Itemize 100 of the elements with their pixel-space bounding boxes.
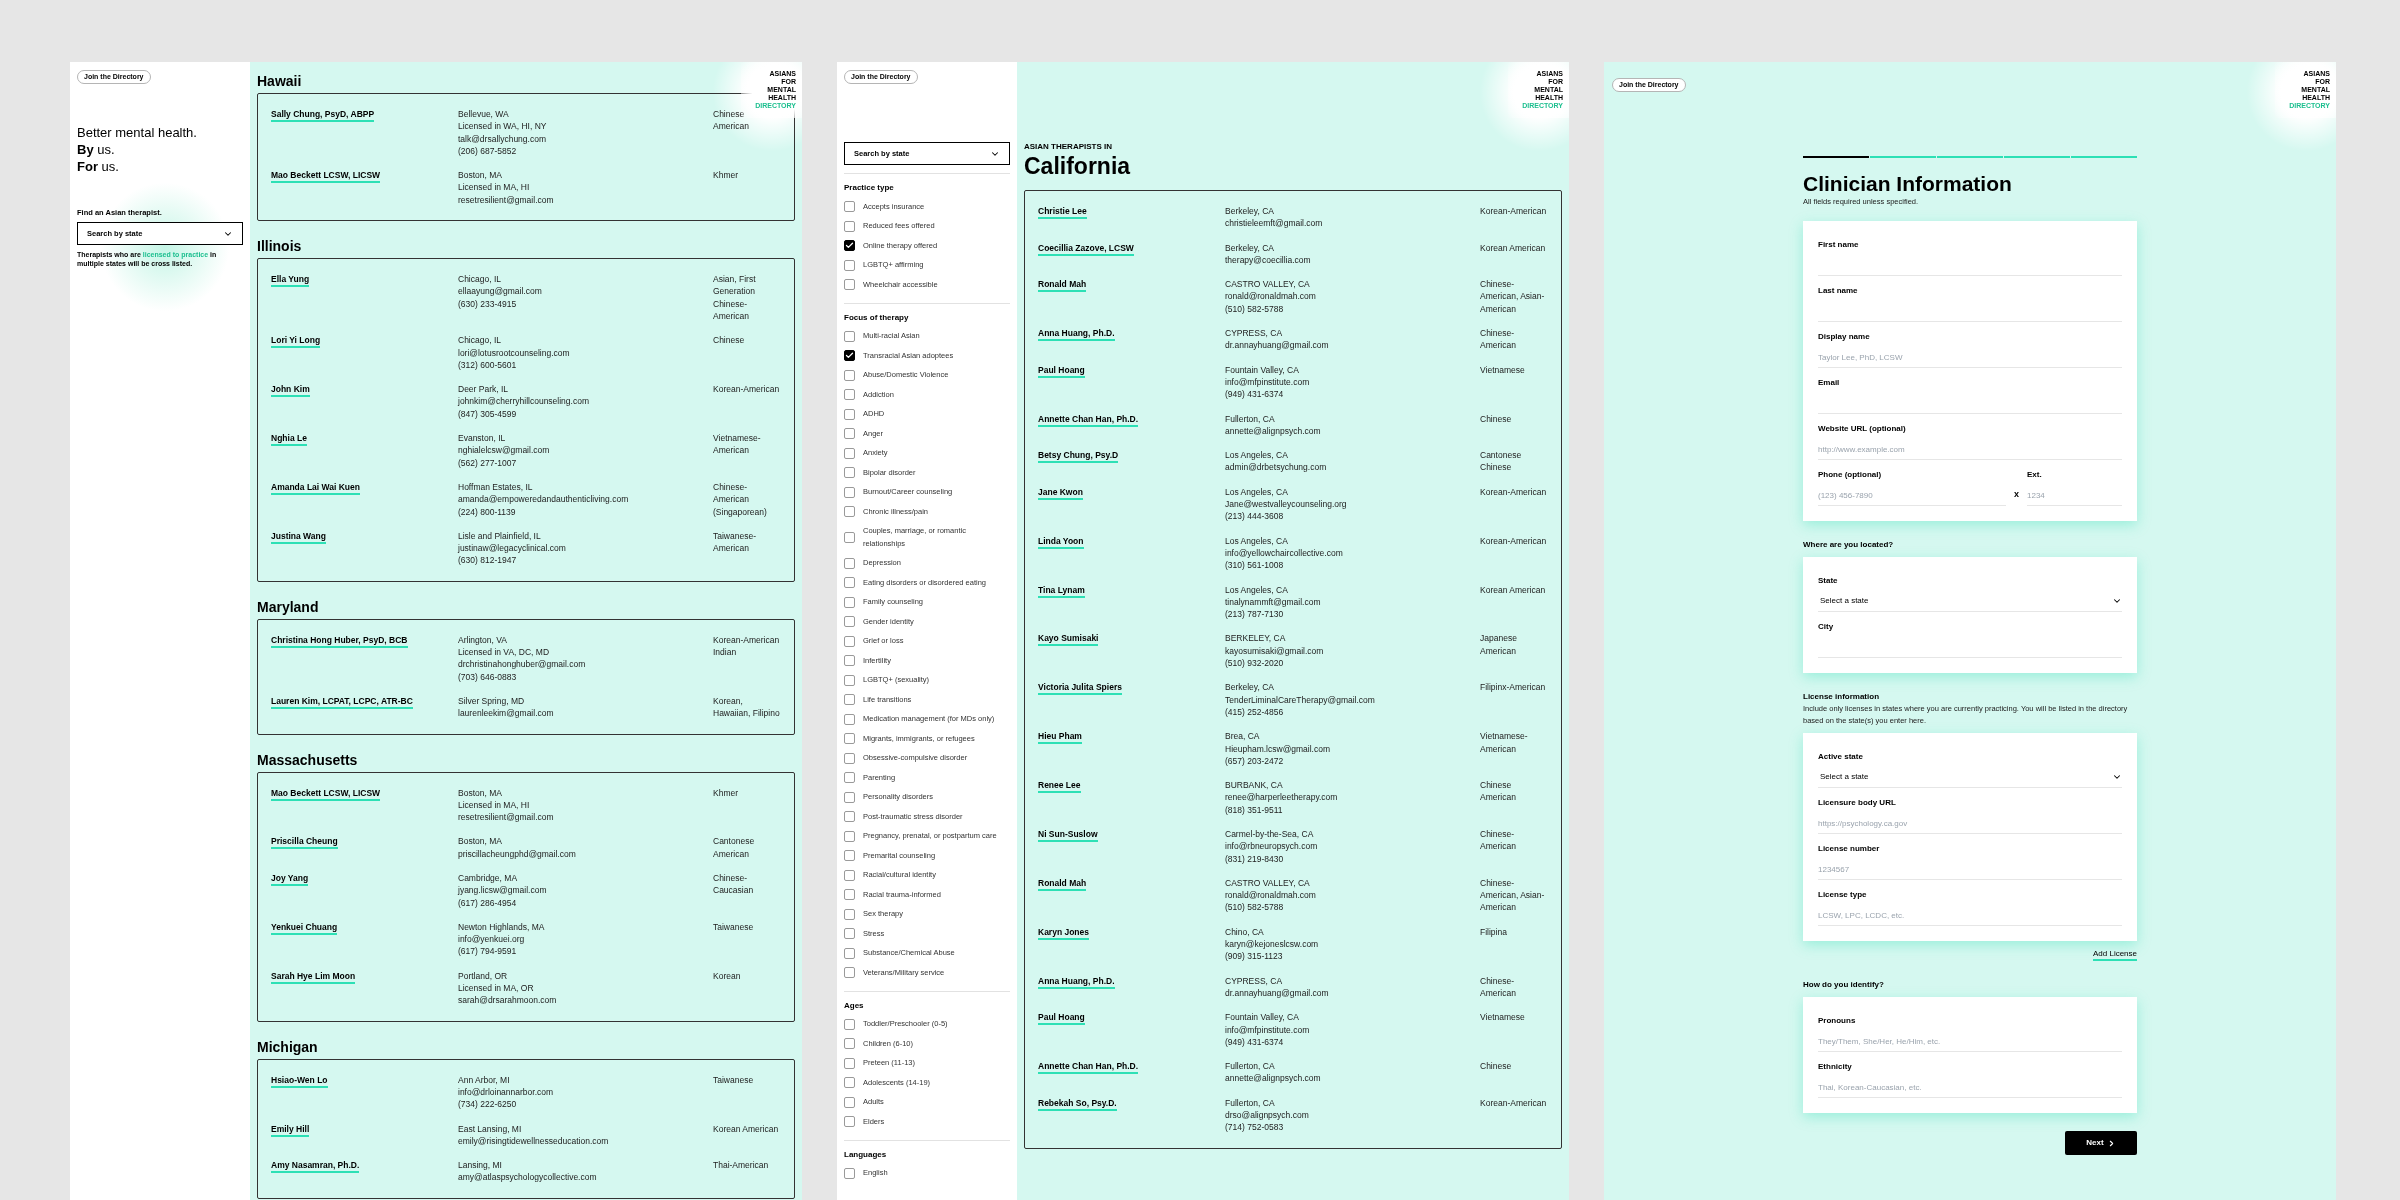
checkbox[interactable] — [844, 279, 855, 291]
state-select[interactable]: Select a state — [1818, 591, 2122, 611]
checkbox[interactable] — [844, 850, 855, 862]
checkbox[interactable] — [844, 557, 855, 569]
checkbox[interactable] — [844, 713, 855, 725]
therapist-name-link[interactable]: Lori Yi Long — [271, 335, 321, 349]
checkbox[interactable] — [844, 635, 855, 647]
therapist-name-link[interactable]: Anna Huang, Ph.D. — [1038, 975, 1115, 989]
checkbox[interactable] — [844, 811, 855, 823]
therapist-name-link[interactable]: Amanda Lai Wai Kuen — [271, 481, 360, 495]
therapist-name-link[interactable]: Linda Yoon — [1038, 535, 1084, 549]
therapist-name-link[interactable]: Karyn Jones — [1038, 926, 1090, 940]
checkbox[interactable] — [844, 908, 855, 920]
therapist-name-link[interactable]: Jane Kwon — [1038, 486, 1083, 500]
checkbox[interactable] — [844, 1038, 855, 1050]
therapist-name-link[interactable]: Coecillia Zazove, LCSW — [1038, 242, 1134, 256]
checkbox[interactable] — [844, 447, 855, 459]
checkbox[interactable] — [844, 240, 855, 252]
checkbox[interactable] — [844, 1018, 855, 1030]
checkbox[interactable] — [844, 616, 855, 628]
checkbox[interactable] — [844, 674, 855, 686]
checkbox[interactable] — [844, 577, 855, 589]
therapist-name-link[interactable]: Kayo Sumisaki — [1038, 633, 1099, 647]
therapist-name-link[interactable]: Christie Lee — [1038, 206, 1087, 219]
text-input[interactable]: http://www.example.com — [1818, 439, 2122, 459]
contact-detail: Los Angeles, CA — [1225, 449, 1288, 462]
therapist-name-link[interactable]: Victoria Julita Spiers — [1038, 682, 1122, 696]
text-input[interactable]: They/Them, She/Her, He/Him, etc. — [1818, 1031, 2122, 1051]
therapist-name-link[interactable]: Annette Chan Han, Ph.D. — [1038, 413, 1139, 427]
extension-input[interactable]: 1234 — [2027, 485, 2122, 505]
therapist-name-link[interactable]: Sally Chung, PsyD, ABPP — [271, 109, 375, 122]
checkbox[interactable] — [844, 772, 855, 784]
checkbox[interactable] — [844, 350, 855, 362]
checkbox[interactable] — [844, 1167, 855, 1179]
checkbox[interactable] — [844, 220, 855, 232]
checkbox[interactable] — [844, 1096, 855, 1108]
therapist-name-link[interactable]: Ronald Mah — [1038, 279, 1087, 293]
checkbox[interactable] — [844, 506, 855, 518]
therapist-name-link[interactable]: Tina Lynam — [1038, 584, 1085, 598]
checkbox[interactable] — [844, 928, 855, 940]
checkbox[interactable] — [844, 655, 855, 667]
checkbox[interactable] — [844, 532, 855, 543]
therapist-name-link[interactable]: Sarah Hye Lim Moon — [271, 970, 356, 984]
therapist-name-link[interactable]: Nghia Le — [271, 433, 307, 447]
therapist-name-link[interactable]: Priscilla Cheung — [271, 836, 338, 850]
therapist-name-link[interactable]: Ronald Mah — [1038, 877, 1087, 891]
therapist-name-link[interactable]: Mao Beckett LCSW, LICSW — [271, 170, 381, 184]
checkbox[interactable] — [844, 369, 855, 381]
therapist-name-link[interactable]: Christina Hong Huber, PsyD, BCB — [271, 634, 408, 648]
checkbox[interactable] — [844, 1116, 855, 1128]
checkbox[interactable] — [844, 1057, 855, 1069]
therapist-name-link[interactable]: Renee Lee — [1038, 780, 1081, 794]
checkbox[interactable] — [844, 830, 855, 842]
therapist-name-link[interactable]: Hieu Pham — [1038, 731, 1082, 745]
contact-detail: Boston, MA — [458, 835, 502, 848]
checkbox[interactable] — [844, 752, 855, 764]
therapist-name-link[interactable]: Betsy Chung, Psy.D — [1038, 450, 1119, 464]
text-input[interactable]: LCSW, LPC, LCDC, etc. — [1818, 905, 2122, 925]
therapist-name-link[interactable]: Rebekah So, Psy.D. — [1038, 1097, 1117, 1111]
therapist-name-link[interactable]: Amy Nasamran, Ph.D. — [271, 1160, 360, 1174]
text-input[interactable]: Thai, Korean-Caucasian, etc. — [1818, 1077, 2122, 1097]
checkbox[interactable] — [844, 947, 855, 959]
therapist-name-link[interactable]: Anna Huang, Ph.D. — [1038, 328, 1115, 342]
therapist-name-link[interactable]: Ella Yung — [271, 274, 310, 288]
therapist-name-link[interactable]: Hsiao-Wen Lo — [271, 1074, 328, 1088]
therapist-name-link[interactable]: Lauren Kim, LCPAT, LCPC, ATR-BC — [271, 695, 413, 709]
checkbox[interactable] — [844, 694, 855, 706]
add-license-link[interactable]: Add License — [2092, 949, 2137, 961]
therapist-name-link[interactable]: Annette Chan Han, Ph.D. — [1038, 1061, 1139, 1075]
checkbox[interactable] — [844, 596, 855, 608]
therapist-name-link[interactable]: Yenkuei Chuang — [271, 921, 338, 935]
text-input[interactable]: 1234567 — [1818, 859, 2122, 879]
therapist-name-link[interactable]: Paul Hoang — [1038, 1012, 1085, 1026]
checkbox[interactable] — [844, 201, 855, 213]
checkbox[interactable] — [844, 330, 855, 342]
checkbox[interactable] — [844, 733, 855, 745]
therapist-name-link[interactable]: Paul Hoang — [1038, 364, 1085, 378]
text-input[interactable]: https://psychology.ca.gov — [1818, 813, 2122, 833]
therapist-name-link[interactable]: Mao Beckett LCSW, LICSW — [271, 787, 381, 801]
checkbox[interactable] — [844, 889, 855, 901]
text-input[interactable]: Taylor Lee, PhD, LCSW — [1818, 347, 2122, 367]
checkbox[interactable] — [844, 967, 855, 979]
checkbox[interactable] — [844, 408, 855, 420]
next-button[interactable]: Next — [2065, 1131, 2137, 1155]
checkbox[interactable] — [844, 467, 855, 479]
state-select[interactable]: Select a state — [1818, 767, 2122, 787]
checkbox[interactable] — [844, 869, 855, 881]
checkbox[interactable] — [844, 486, 855, 498]
therapist-name-link[interactable]: Emily Hill — [271, 1123, 310, 1137]
therapist-name-link[interactable]: Justina Wang — [271, 530, 326, 544]
checkbox[interactable] — [844, 1077, 855, 1089]
therapist-name-link[interactable]: John Kim — [271, 384, 310, 398]
state-heading: Illinois — [257, 237, 302, 256]
checkbox[interactable] — [844, 791, 855, 803]
phone-input[interactable]: (123) 456-7890 — [1818, 485, 2006, 505]
checkbox[interactable] — [844, 428, 855, 440]
checkbox[interactable] — [844, 389, 855, 401]
therapist-name-link[interactable]: Joy Yang — [271, 873, 309, 886]
checkbox[interactable] — [844, 259, 855, 271]
therapist-name-link[interactable]: Ni Sun-Suslow — [1038, 829, 1098, 842]
